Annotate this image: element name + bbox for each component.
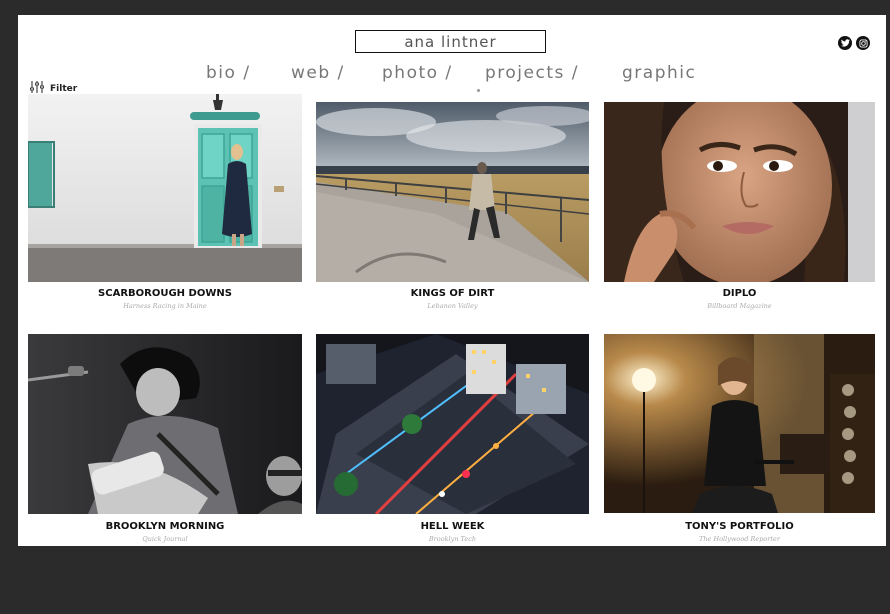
project-client: Quick Journal	[142, 535, 188, 543]
twitter-icon[interactable]	[838, 36, 852, 50]
project-thumbnail[interactable]	[316, 102, 589, 282]
social-links	[838, 36, 870, 50]
project-title[interactable]: TONY'S PORTFOLIO	[604, 521, 875, 532]
project-card-kings-of-dirt[interactable]: KINGS OF DIRT Lebanon Valley	[316, 102, 589, 310]
project-card-brooklyn-morning[interactable]: BROOKLYN MORNING Quick Journal	[28, 334, 302, 546]
nav-item-bio[interactable]: bio /	[206, 63, 251, 83]
project-title[interactable]: BROOKLYN MORNING	[28, 521, 302, 532]
project-client: Billboard Magazine	[707, 302, 772, 310]
project-client: Lebanon Valley	[427, 302, 478, 310]
portfolio-page: ana lintner bio / web / photo / projects…	[18, 15, 886, 546]
project-thumbnail[interactable]	[604, 102, 875, 282]
project-client: Harness Racing in Maine	[123, 302, 207, 310]
project-client: The Hollywood Reporter	[699, 535, 780, 543]
project-card-hell-week[interactable]: HELL WEEK Brooklyn Tech	[316, 334, 589, 546]
project-thumbnail[interactable]	[316, 334, 589, 514]
site-title[interactable]: ana lintner	[355, 30, 546, 53]
project-thumbnail[interactable]	[604, 334, 875, 513]
project-thumbnail[interactable]	[28, 334, 302, 514]
filter-label: Filter	[50, 83, 78, 94]
project-card-scarborough-downs[interactable]: SCARBOROUGH DOWNS Harness Racing in Main…	[28, 94, 302, 310]
project-card-tonys-portfolio[interactable]: TONY'S PORTFOLIO The Hollywood Reporter	[604, 334, 875, 546]
project-card-diplo[interactable]: DIPLO Billboard Magazine	[604, 102, 875, 310]
project-title[interactable]: HELL WEEK	[316, 521, 589, 532]
instagram-icon[interactable]	[856, 36, 870, 50]
nav-active-indicator	[477, 89, 480, 92]
main-nav: bio / web / photo / projects / graphic	[18, 63, 886, 83]
project-title[interactable]: DIPLO	[604, 288, 875, 299]
project-title[interactable]: SCARBOROUGH DOWNS	[28, 288, 302, 299]
project-thumbnail[interactable]	[28, 94, 302, 282]
nav-item-projects[interactable]: projects /	[485, 63, 579, 83]
nav-item-web[interactable]: web /	[291, 63, 345, 83]
project-title[interactable]: KINGS OF DIRT	[316, 288, 589, 299]
nav-item-photo[interactable]: photo /	[382, 63, 453, 83]
nav-item-graphic[interactable]: graphic	[622, 63, 696, 83]
project-client: Brooklyn Tech	[428, 535, 477, 543]
